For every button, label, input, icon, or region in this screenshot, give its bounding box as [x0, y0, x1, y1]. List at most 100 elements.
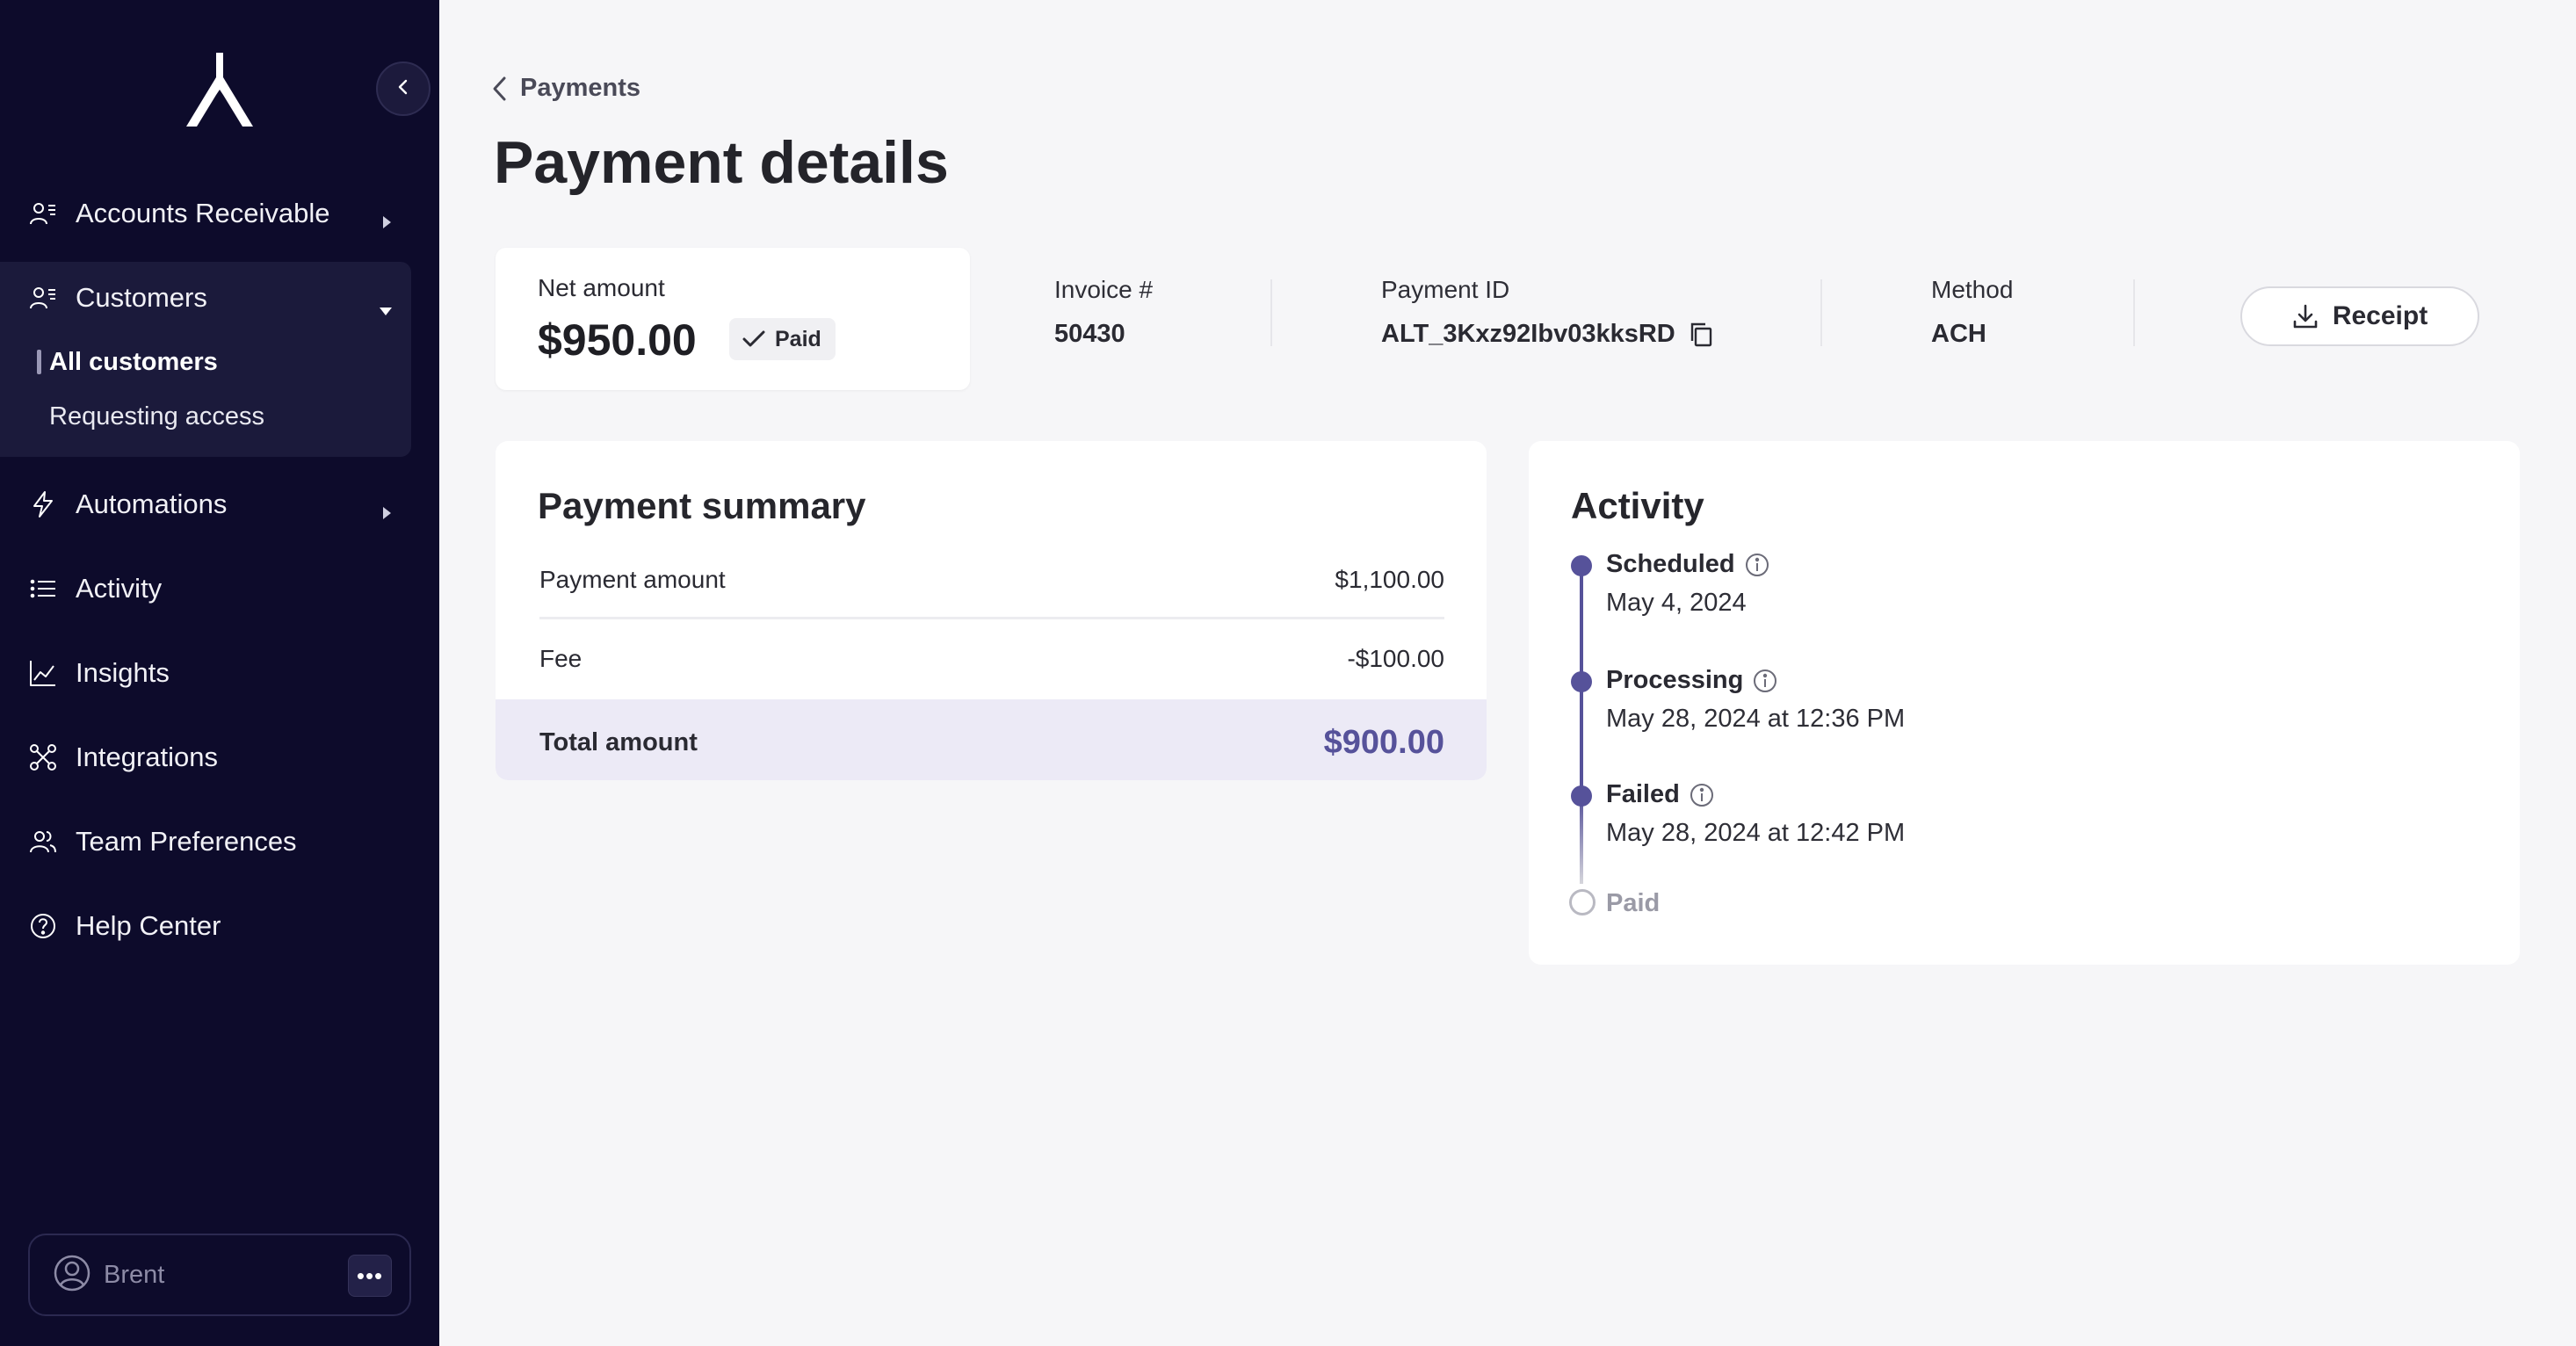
info-icon[interactable]	[1752, 668, 1778, 694]
divider	[1820, 279, 1822, 346]
invoice-info: Invoice # 50430	[1054, 276, 1153, 349]
list-icon	[28, 574, 58, 604]
status-badge-label: Paid	[775, 326, 821, 351]
more-options-button[interactable]: •••	[348, 1255, 392, 1297]
summary-row-value: -$100.00	[1347, 645, 1444, 672]
sidebar-item-customers[interactable]: Customers	[0, 266, 411, 329]
users-list-icon	[28, 199, 58, 228]
timeline-event-title: Paid	[1606, 889, 1660, 918]
timeline-event-label: Paid	[1606, 889, 1661, 917]
help-icon	[28, 911, 58, 941]
sidebar-item-automations[interactable]: Automations	[0, 473, 411, 536]
timeline-event-date: May 28, 2024 at 12:36 PM	[1606, 705, 1906, 733]
bolt-icon	[28, 489, 58, 519]
timeline-dot	[1571, 671, 1592, 692]
sidebar-item-team-preferences[interactable]: Team Preferences	[0, 810, 411, 873]
payment-id-info: Payment ID ALT_3Kxz92Ibv03kksRD	[1381, 276, 1714, 349]
method-label: Method	[1931, 276, 2014, 303]
breadcrumb-payments-link[interactable]: Payments	[520, 74, 640, 103]
receipt-button-label: Receipt	[2332, 301, 2428, 330]
check-icon	[742, 330, 765, 347]
method-info: Method ACH	[1931, 276, 2013, 349]
nodes-icon	[28, 742, 58, 772]
invoice-label: Invoice #	[1054, 276, 1154, 303]
chevron-left-icon	[492, 76, 508, 102]
download-icon	[2293, 304, 2318, 329]
timeline-dot	[1571, 785, 1592, 807]
sidebar-item-label: Customers	[76, 282, 207, 313]
sidebar-item-accounts-receivable[interactable]: Accounts Receivable	[0, 182, 411, 245]
user-name: Brent	[104, 1260, 165, 1289]
user-menu[interactable]: Brent •••	[28, 1234, 411, 1316]
timeline-event-date: May 4, 2024	[1606, 589, 1747, 617]
method-value: ACH	[1931, 320, 1986, 348]
timeline-event-label: Failed	[1606, 780, 1680, 808]
timeline-event-title: Scheduled	[1606, 550, 1770, 579]
timeline-event-date: May 28, 2024 at 12:42 PM	[1606, 819, 1906, 847]
invoice-value[interactable]: 50430	[1054, 320, 1153, 349]
divider	[2133, 279, 2135, 346]
chart-line-icon	[28, 658, 58, 688]
timeline-event-title: Failed	[1606, 780, 1715, 809]
sidebar-item-label: Help Center	[76, 910, 221, 941]
status-badge: Paid	[729, 318, 836, 360]
summary-row-label: Payment amount	[539, 566, 726, 593]
download-receipt-button[interactable]: Receipt	[2240, 286, 2479, 346]
net-amount-label: Net amount	[538, 274, 665, 301]
summary-row-value: $1,100.00	[1335, 566, 1444, 593]
sidebar-subitem-requesting-access[interactable]: Requesting access	[49, 402, 264, 431]
timeline-dot	[1571, 555, 1592, 576]
total-label: Total amount	[539, 728, 698, 756]
sidebar-item-insights[interactable]: Insights	[0, 641, 411, 705]
summary-row: Fee -$100.00	[539, 645, 1444, 673]
page-title: Payment details	[494, 129, 949, 196]
info-icon[interactable]	[1689, 782, 1715, 808]
sidebar-item-integrations[interactable]: Integrations	[0, 726, 411, 789]
net-amount-value: $950.00	[538, 315, 697, 365]
activity-card: Activity Scheduled May 4, 2024 Processin…	[1529, 441, 2520, 965]
sidebar-item-label: Team Preferences	[76, 826, 297, 857]
sidebar-item-label: Activity	[76, 573, 163, 604]
caret-right-icon	[380, 496, 394, 528]
timeline-connector	[1580, 796, 1583, 884]
payment-summary-card: Payment summary Payment amount $1,100.00…	[496, 441, 1487, 780]
chevron-left-icon	[394, 78, 412, 100]
info-icon[interactable]	[1744, 552, 1770, 578]
divider	[1270, 279, 1272, 346]
sidebar: Accounts Receivable Customers All custom…	[0, 0, 439, 1346]
total-row: Total amount $900.00	[496, 699, 1487, 780]
sidebar-item-label: Integrations	[76, 742, 218, 772]
ellipsis-icon: •••	[356, 1262, 384, 1289]
breadcrumb[interactable]: Payments	[492, 74, 640, 103]
timeline-dot-pending	[1569, 889, 1596, 915]
sidebar-item-help-center[interactable]: Help Center	[0, 894, 411, 958]
activity-title: Activity	[1571, 485, 1704, 526]
summary-row-label: Fee	[539, 645, 582, 672]
payment-id-value: ALT_3Kxz92Ibv03kksRD	[1381, 320, 1675, 348]
sidebar-item-label: Insights	[76, 657, 170, 688]
sidebar-item-activity[interactable]: Activity	[0, 557, 411, 620]
timeline-event-title: Processing	[1606, 666, 1778, 695]
total-value: $900.00	[1323, 724, 1444, 761]
caret-right-icon	[380, 206, 394, 237]
copy-icon[interactable]	[1688, 322, 1714, 348]
users-list-icon	[28, 283, 58, 313]
sidebar-subitem-all-customers[interactable]: All customers	[49, 348, 218, 377]
timeline-event-label: Processing	[1606, 666, 1744, 694]
caret-down-icon	[378, 293, 394, 324]
payment-summary-title: Payment summary	[538, 485, 866, 526]
timeline-event-label: Scheduled	[1606, 550, 1735, 578]
team-icon	[28, 827, 58, 857]
payment-id-label: Payment ID	[1381, 276, 1510, 303]
sidebar-item-label: Accounts Receivable	[76, 198, 330, 228]
divider	[539, 617, 1444, 619]
summary-row: Payment amount $1,100.00	[539, 566, 1444, 594]
avatar	[53, 1254, 91, 1297]
brand-logo[interactable]	[185, 51, 255, 128]
sidebar-item-label: Automations	[76, 488, 228, 519]
timeline-connector	[1580, 566, 1583, 675]
payment-id-row: ALT_3Kxz92Ibv03kksRD	[1381, 320, 1714, 349]
active-indicator	[37, 350, 41, 374]
timeline-connector	[1580, 682, 1583, 787]
collapse-sidebar-button[interactable]	[376, 62, 431, 116]
